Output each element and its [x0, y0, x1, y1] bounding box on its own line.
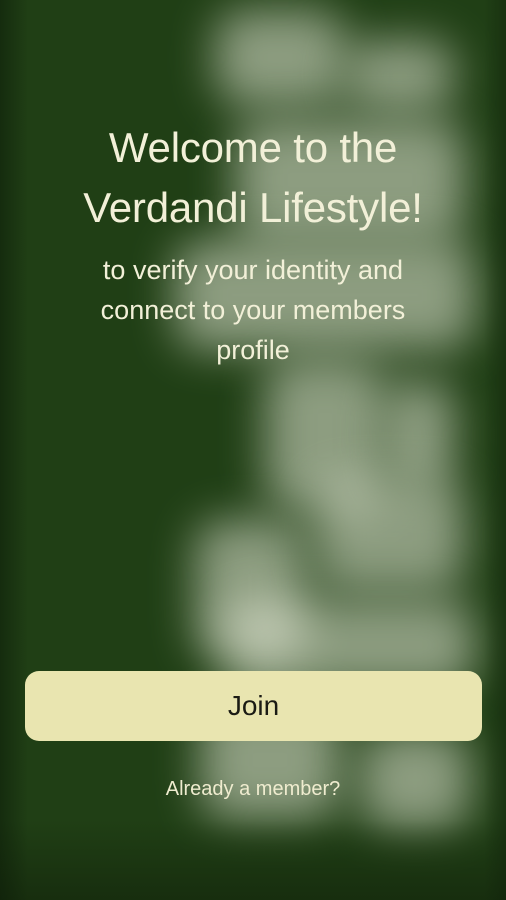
welcome-subtitle-line: profile — [216, 335, 290, 365]
welcome-title: Welcome to the Verdandi Lifestyle! — [20, 118, 486, 238]
welcome-screen: Welcome to the Verdandi Lifestyle! to ve… — [0, 0, 506, 900]
welcome-content: Welcome to the Verdandi Lifestyle! to ve… — [0, 0, 506, 900]
join-button[interactable]: Join — [25, 671, 482, 741]
welcome-subtitle: to verify your identity and connect to y… — [40, 250, 466, 370]
welcome-title-line: Verdandi Lifestyle! — [83, 184, 423, 231]
welcome-title-line: Welcome to the — [108, 124, 398, 171]
welcome-subtitle-line: connect to your members — [100, 295, 406, 325]
welcome-subtitle-line: to verify your identity and — [102, 255, 404, 285]
already-member-link[interactable]: Already a member? — [0, 774, 506, 804]
